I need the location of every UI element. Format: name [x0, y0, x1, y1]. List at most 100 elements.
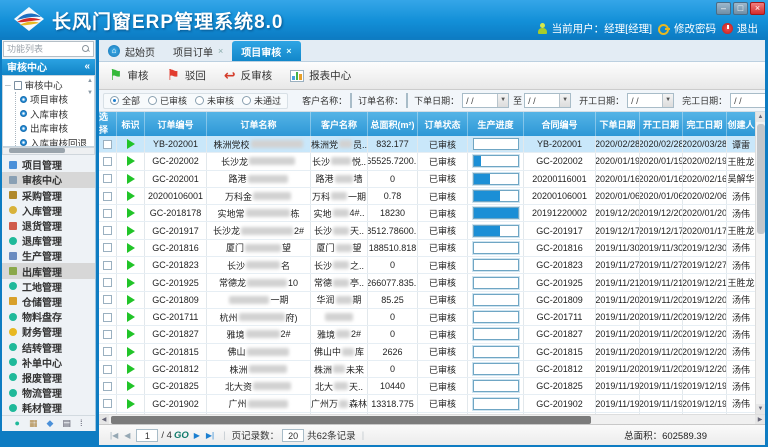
- sidebar-item-生产管理[interactable]: 生产管理: [2, 248, 95, 263]
- sidebar-item-耗材管理[interactable]: 耗材管理: [2, 400, 95, 415]
- radio-全部[interactable]: 全部: [110, 94, 140, 107]
- radio-未审核[interactable]: 未审核: [195, 94, 234, 107]
- table-row[interactable]: GC-201816厦门望厦门望188510.818已审核GC-201816201…: [99, 240, 765, 257]
- sidebar-item-退货管理[interactable]: 退货管理: [2, 218, 95, 233]
- logout-button[interactable]: 退出: [722, 21, 758, 36]
- first-page-button[interactable]: |◀: [110, 431, 118, 440]
- table-row[interactable]: GC-202001路港路港墙0已审核202001160012020/01/162…: [99, 171, 765, 188]
- tab-起始页[interactable]: ⌂起始页: [99, 41, 164, 61]
- row-checkbox[interactable]: [103, 192, 112, 201]
- radio-已审核[interactable]: 已审核: [148, 94, 187, 107]
- column-header-订单名称[interactable]: 订单名称: [207, 112, 311, 136]
- horizontal-scrollbar[interactable]: ◀ ▶: [99, 414, 765, 424]
- change-password-button[interactable]: 修改密码: [658, 21, 716, 36]
- table-row[interactable]: 20200106001万科金万科一期0.78已审核202001060012020…: [99, 188, 765, 205]
- column-header-完工日期[interactable]: 完工日期: [683, 112, 727, 136]
- tab-close-icon[interactable]: ×: [286, 46, 291, 56]
- table-row[interactable]: GC-201825北大资北大天..10440已审核GC-2018252019/1…: [99, 378, 765, 395]
- column-header-总面积(m²)[interactable]: 总面积(m²): [368, 112, 418, 136]
- row-checkbox[interactable]: [103, 313, 112, 322]
- vertical-scrollbar[interactable]: ▲ ▼: [755, 112, 765, 414]
- minimize-button[interactable]: –: [716, 2, 731, 15]
- sidebar-item-补单中心[interactable]: 补单中心: [2, 355, 95, 370]
- sidebar-item-入库管理[interactable]: 入库管理: [2, 203, 95, 218]
- table-row[interactable]: GC-2018178实地常栋实地4#..18230已审核201912200022…: [99, 205, 765, 222]
- sidebar-item-仓储管理[interactable]: 仓储管理: [2, 294, 95, 309]
- row-checkbox[interactable]: [103, 261, 112, 270]
- prev-page-button[interactable]: ◀: [124, 431, 130, 440]
- sidebar-item-财务管理[interactable]: 财务管理: [2, 324, 95, 339]
- tree-item-项目审核[interactable]: 项目审核: [16, 92, 94, 107]
- row-checkbox[interactable]: [103, 278, 112, 287]
- scroll-up-icon[interactable]: ▲: [756, 112, 766, 122]
- last-page-button[interactable]: ▶|: [206, 431, 214, 440]
- tree-scroll-arrows[interactable]: ▲▼: [87, 78, 93, 96]
- tab-项目审核[interactable]: 项目审核×: [232, 41, 300, 61]
- function-search-input[interactable]: 功能列表: [3, 41, 94, 57]
- calendar-dropdown-icon[interactable]: ▼: [497, 94, 508, 107]
- row-checkbox[interactable]: [103, 330, 112, 339]
- horizontal-scroll-thumb[interactable]: [111, 416, 591, 424]
- pen-icon[interactable]: ◆: [47, 419, 54, 428]
- close-button[interactable]: ×: [750, 2, 765, 15]
- column-header-开工日期[interactable]: 开工日期: [640, 112, 683, 136]
- order-name-input[interactable]: [406, 93, 408, 108]
- tree-item-入库审核[interactable]: 入库审核: [16, 107, 94, 122]
- tab-close-icon[interactable]: ×: [218, 46, 223, 56]
- toolbar-button-驳回[interactable]: ⚑驳回: [166, 68, 205, 83]
- sidebar-item-物流管理[interactable]: 物流管理: [2, 385, 95, 400]
- tab-项目订单[interactable]: 项目订单×: [164, 41, 232, 61]
- order-date-to-input[interactable]: / / ▼: [524, 93, 571, 108]
- maximize-button[interactable]: □: [733, 2, 748, 15]
- row-checkbox[interactable]: [103, 140, 112, 149]
- scroll-down-icon[interactable]: ▼: [756, 404, 766, 414]
- row-checkbox[interactable]: [103, 365, 112, 374]
- table-row[interactable]: GC-201902广州广州万森林13318.775已审核GC-201902201…: [99, 395, 765, 412]
- table-row[interactable]: GC-201925常德龙10常德亭..266077.835..已审核GC-201…: [99, 274, 765, 291]
- table-row[interactable]: GC-201812株洲株洲未来0已审核GC-2018122019/11/2020…: [99, 361, 765, 378]
- sidebar-item-项目管理[interactable]: 项目管理: [2, 157, 95, 172]
- row-checkbox[interactable]: [103, 209, 112, 218]
- row-checkbox[interactable]: [103, 295, 112, 304]
- column-header-客户名称[interactable]: 客户名称: [311, 112, 368, 136]
- tree-horizontal-scrollbar[interactable]: [2, 147, 95, 155]
- column-header-选择[interactable]: 选择: [99, 112, 117, 136]
- column-header-订单编号[interactable]: 订单编号: [145, 112, 207, 136]
- column-header-标识[interactable]: 标识: [117, 112, 145, 136]
- row-checkbox[interactable]: [103, 243, 112, 252]
- tree-root-audit-center[interactable]: ─ 审核中心: [5, 78, 94, 92]
- vertical-scroll-thumb[interactable]: [757, 124, 765, 234]
- row-checkbox[interactable]: [103, 157, 112, 166]
- row-checkbox[interactable]: [103, 399, 112, 408]
- table-row[interactable]: GC-201917长沙龙2#长沙天..8512.78600..已审核GC-201…: [99, 222, 765, 239]
- row-checkbox[interactable]: [103, 226, 112, 235]
- toolbar-button-报表中心[interactable]: 报表中心: [290, 68, 351, 83]
- sidebar-item-审核中心[interactable]: 审核中心: [2, 172, 95, 187]
- collapse-sidebar-icon[interactable]: «: [84, 61, 90, 72]
- finish-date-input[interactable]: / /: [730, 93, 765, 108]
- sidebar-item-工地管理[interactable]: 工地管理: [2, 279, 95, 294]
- row-checkbox[interactable]: [103, 347, 112, 356]
- column-header-生产进度[interactable]: 生产进度: [468, 112, 524, 136]
- column-header-订单状态[interactable]: 订单状态: [418, 112, 468, 136]
- sidebar-item-退库管理[interactable]: 退库管理: [2, 233, 95, 248]
- sidebar-item-物料盘存[interactable]: 物料盘存: [2, 309, 95, 324]
- order-date-from-input[interactable]: / / ▼: [462, 93, 509, 108]
- go-button[interactable]: GO: [174, 430, 189, 441]
- table-row[interactable]: 0已审核汤伟: [99, 413, 765, 414]
- row-checkbox[interactable]: [103, 382, 112, 391]
- customer-name-input[interactable]: [350, 93, 352, 108]
- more-icon[interactable]: ⁞: [80, 419, 83, 428]
- scroll-left-icon[interactable]: ◀: [99, 415, 109, 425]
- page-size-input[interactable]: 20: [282, 429, 304, 442]
- start-date-input[interactable]: / / ▼: [627, 93, 674, 108]
- page-number-input[interactable]: 1: [136, 429, 158, 442]
- table-row[interactable]: GC-201823长沙名长沙之..0已审核GC-2018232019/11/27…: [99, 257, 765, 274]
- tree-item-出库审核[interactable]: 出库审核: [16, 121, 94, 136]
- column-header-创建人[interactable]: 创建人: [727, 112, 756, 136]
- next-page-button[interactable]: ▶: [194, 431, 200, 440]
- notebook-icon[interactable]: ▤: [62, 419, 71, 428]
- radio-未通过[interactable]: 未通过: [242, 94, 281, 107]
- cart-icon[interactable]: ▦: [29, 419, 38, 428]
- table-row[interactable]: GC-201815佛山佛山中库2626已审核GC-2018152019/11/2…: [99, 344, 765, 361]
